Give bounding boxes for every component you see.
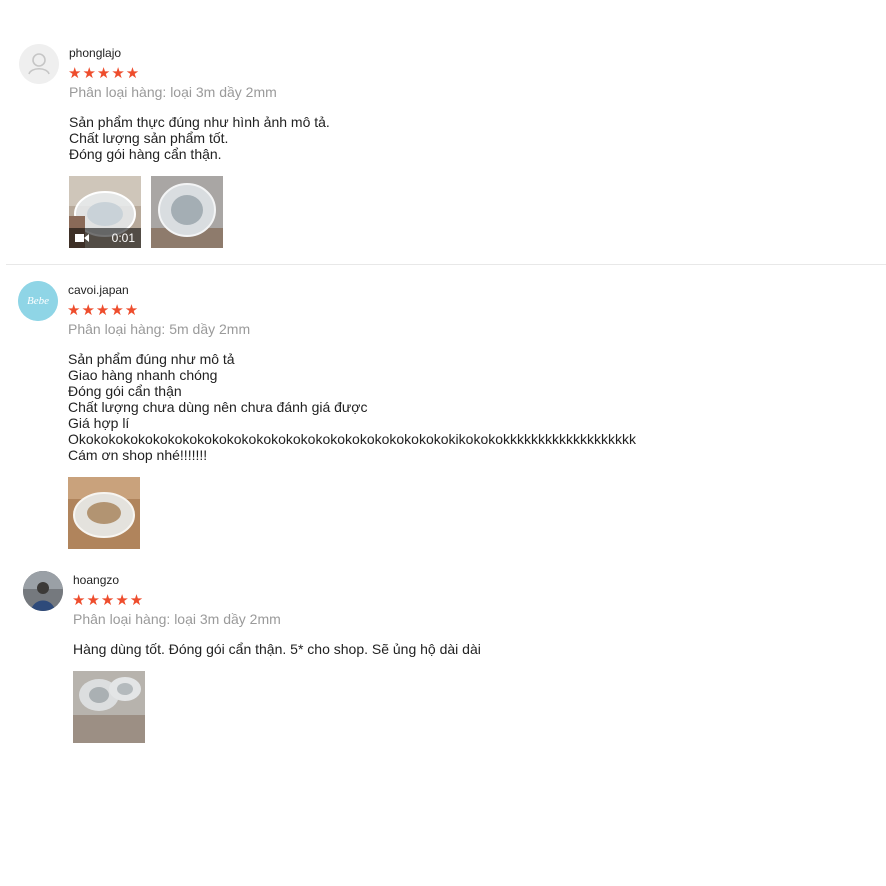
review-photo bbox=[68, 477, 140, 549]
review-divider bbox=[6, 264, 886, 265]
user-avatar[interactable]: Bebe bbox=[18, 281, 58, 321]
review-content: Sản phẩm thực đúng như hình ảnh mô tả. C… bbox=[69, 114, 330, 162]
review-image-thumbnail[interactable] bbox=[151, 176, 223, 248]
review-image-thumbnail[interactable] bbox=[73, 671, 145, 743]
review-variation: Phân loại hàng: loại 3m dầy 2mm bbox=[73, 611, 281, 627]
user-avatar[interactable] bbox=[19, 44, 59, 84]
review-video-thumbnail[interactable]: 0:01 bbox=[69, 176, 141, 248]
review-username[interactable]: cavoi.japan bbox=[68, 283, 129, 297]
review-username[interactable]: phonglajo bbox=[69, 46, 121, 60]
rating-stars: ★★★★★ bbox=[72, 592, 145, 609]
review-variation: Phân loại hàng: 5m dầy 2mm bbox=[68, 321, 251, 337]
user-avatar[interactable] bbox=[23, 571, 63, 611]
user-photo-avatar bbox=[23, 571, 63, 611]
brand-logo-avatar: Bebe bbox=[18, 281, 58, 321]
avatar-logo-text: Bebe bbox=[27, 295, 49, 307]
rating-stars: ★★★★★ bbox=[67, 302, 140, 319]
video-camera-icon bbox=[75, 234, 89, 242]
video-duration: 0:01 bbox=[111, 231, 135, 245]
review-content: Hàng dùng tốt. Đóng gói cẩn thận. 5* cho… bbox=[73, 641, 481, 657]
review-content: Sản phẩm đúng như mô tả Giao hàng nhanh … bbox=[68, 351, 637, 463]
video-overlay-bar: 0:01 bbox=[69, 228, 141, 248]
rating-stars: ★★★★★ bbox=[68, 65, 141, 82]
review-image-thumbnail[interactable] bbox=[68, 477, 140, 549]
review-variation: Phân loại hàng: loại 3m dầy 2mm bbox=[69, 84, 277, 100]
review-photo bbox=[73, 671, 145, 743]
review-username[interactable]: hoangzo bbox=[73, 573, 119, 587]
user-placeholder-icon bbox=[19, 44, 59, 84]
review-photo bbox=[151, 176, 223, 248]
